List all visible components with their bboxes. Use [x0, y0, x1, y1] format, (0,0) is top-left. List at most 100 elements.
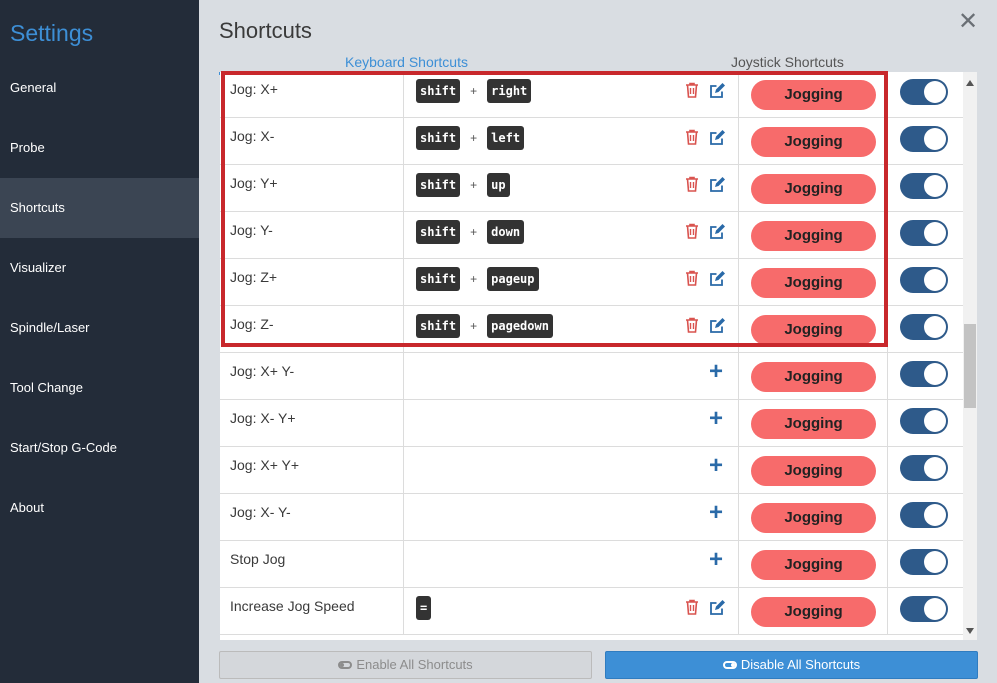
shortcuts-table: Jog: X+ shift + right Jogging Jog: X-shift + le…: [220, 72, 963, 640]
key-badge: pagedown: [487, 314, 553, 338]
toggle-cell: [888, 494, 963, 541]
edit-icon[interactable]: [709, 223, 726, 240]
enable-all-shortcuts-button[interactable]: Enable All Shortcuts: [219, 651, 592, 679]
toggle-knob: [924, 551, 946, 573]
add-icon[interactable]: +: [706, 454, 726, 478]
enabled-toggle[interactable]: [900, 314, 948, 340]
sidebar-item-probe[interactable]: Probe: [0, 118, 199, 178]
add-icon[interactable]: +: [706, 548, 726, 572]
sidebar-item-general[interactable]: General: [0, 58, 199, 118]
toggle-knob: [924, 81, 946, 103]
delete-icon[interactable]: [685, 82, 699, 98]
key-badge: up: [487, 173, 510, 197]
tab-joystick-shortcuts[interactable]: Joystick Shortcuts: [731, 54, 844, 70]
toggle-cell: [888, 588, 963, 635]
toggle-knob: [924, 410, 946, 432]
toggle-cell: [888, 259, 963, 306]
edit-icon[interactable]: [709, 270, 726, 287]
table-row: Jog: X- Y- + Jogging: [220, 494, 963, 541]
key-badge: =: [416, 596, 432, 620]
shortcut-keys-cell: +: [404, 447, 739, 494]
sidebar-item-shortcuts[interactable]: Shortcuts: [0, 178, 199, 238]
table-row: Jog: Z-shift + pagedown Jogging: [220, 306, 963, 353]
edit-icon[interactable]: [709, 82, 726, 99]
toggle-knob: [924, 222, 946, 244]
delete-icon[interactable]: [685, 223, 699, 239]
category-cell: Jogging: [739, 494, 888, 541]
edit-icon[interactable]: [709, 129, 726, 146]
toggle-on-icon: [722, 661, 737, 669]
edit-icon[interactable]: [709, 317, 726, 334]
add-icon[interactable]: +: [706, 407, 726, 431]
shortcut-name: Jog: Y+: [220, 165, 404, 212]
sidebar-item-about[interactable]: About: [0, 478, 199, 538]
enabled-toggle[interactable]: [900, 126, 948, 152]
edit-icon[interactable]: [709, 176, 726, 193]
close-icon[interactable]: ✕: [957, 10, 979, 34]
table-row: Increase Jog Speed = Jogging: [220, 588, 963, 635]
enabled-toggle[interactable]: [900, 173, 948, 199]
toggle-off-icon: [338, 661, 353, 669]
category-cell: Jogging: [739, 306, 888, 353]
shortcut-name: Jog: X-: [220, 118, 404, 165]
sidebar-item-tool-change[interactable]: Tool Change: [0, 358, 199, 418]
enabled-toggle[interactable]: [900, 361, 948, 387]
category-badge: Jogging: [751, 174, 876, 204]
toggle-knob: [924, 175, 946, 197]
key-badge: shift: [416, 173, 461, 197]
enabled-toggle[interactable]: [900, 267, 948, 293]
shortcut-name: Jog: Z-: [220, 306, 404, 353]
key-badge: shift: [416, 79, 461, 103]
sidebar-item-spindle-laser[interactable]: Spindle/Laser: [0, 298, 199, 358]
table-row: Jog: X-shift + left Jogging: [220, 118, 963, 165]
delete-icon[interactable]: [685, 129, 699, 145]
category-cell: Jogging: [739, 400, 888, 447]
sidebar-item-start-stop-gcode[interactable]: Start/Stop G-Code: [0, 418, 199, 478]
shortcut-name: Jog: X+ Y-: [220, 353, 404, 400]
toggle-cell: [888, 212, 963, 259]
category-badge: Jogging: [751, 315, 876, 345]
enabled-toggle[interactable]: [900, 596, 948, 622]
scrollbar[interactable]: [963, 72, 977, 640]
page-title: Shortcuts: [219, 18, 312, 43]
sidebar-item-visualizer[interactable]: Visualizer: [0, 238, 199, 298]
key-combo: shift + up: [416, 173, 510, 197]
enabled-toggle[interactable]: [900, 455, 948, 481]
shortcut-keys-cell: shift + left: [404, 118, 739, 165]
shortcut-keys-cell: shift + up: [404, 165, 739, 212]
key-combo: shift + right: [416, 79, 532, 103]
toggle-knob: [924, 504, 946, 526]
enabled-toggle[interactable]: [900, 79, 948, 105]
edit-icon[interactable]: [709, 599, 726, 616]
shortcut-name: Jog: Z+: [220, 259, 404, 306]
toggle-cell: [888, 72, 963, 118]
enabled-toggle[interactable]: [900, 502, 948, 528]
add-icon[interactable]: +: [706, 501, 726, 525]
toggle-cell: [888, 118, 963, 165]
table-row: Jog: X- Y+ + Jogging: [220, 400, 963, 447]
key-separator: +: [470, 225, 478, 239]
scroll-up-icon[interactable]: [966, 80, 974, 86]
delete-icon[interactable]: [685, 599, 699, 615]
tab-keyboard-shortcuts[interactable]: Keyboard Shortcuts: [345, 54, 468, 70]
scrollbar-thumb[interactable]: [964, 324, 976, 408]
shortcut-name: Jog: X+ Y+: [220, 447, 404, 494]
toggle-cell: [888, 306, 963, 353]
category-cell: Jogging: [739, 118, 888, 165]
toggle-cell: [888, 165, 963, 212]
enabled-toggle[interactable]: [900, 220, 948, 246]
enabled-toggle[interactable]: [900, 408, 948, 434]
scroll-down-icon[interactable]: [966, 628, 974, 634]
key-badge: shift: [416, 126, 461, 150]
delete-icon[interactable]: [685, 270, 699, 286]
category-cell: Jogging: [739, 353, 888, 400]
disable-all-shortcuts-button[interactable]: Disable All Shortcuts: [605, 651, 978, 679]
category-cell: Jogging: [739, 541, 888, 588]
delete-icon[interactable]: [685, 317, 699, 333]
delete-icon[interactable]: [685, 176, 699, 192]
key-badge: down: [487, 220, 525, 244]
add-icon[interactable]: +: [706, 360, 726, 384]
enabled-toggle[interactable]: [900, 549, 948, 575]
table-row: Stop Jog + Jogging: [220, 541, 963, 588]
category-badge: Jogging: [751, 362, 876, 392]
